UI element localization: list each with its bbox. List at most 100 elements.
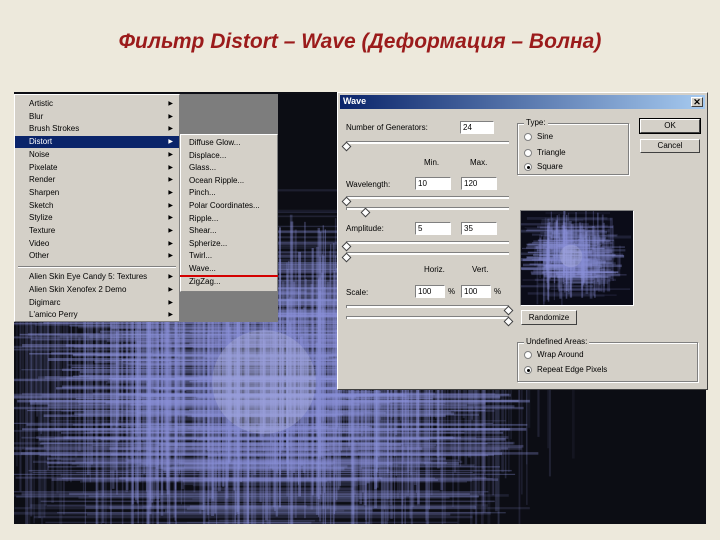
type-sine-radio[interactable] [524,133,532,141]
menu-item-texture-label: Texture [29,226,56,235]
submenu-arrow-icon: ▶ [168,299,173,306]
wavelength-label: Wavelength: [346,180,391,189]
type-sine-label[interactable]: Sine [537,132,553,141]
submenu-arrow-icon: ▶ [168,240,173,247]
submenu-item-glass[interactable]: Glass... [181,162,277,174]
menu-item-artistic[interactable]: Artistic ▶ [15,98,179,110]
horiz-header: Horiz. [424,265,445,274]
wavelength-max-slider[interactable] [346,207,509,210]
menu-item-plugin-2-label: Digimarc [29,297,61,307]
menu-item-sketch[interactable]: Sketch ▶ [15,200,179,212]
menu-item-video[interactable]: Video ▶ [15,238,179,250]
amplitude-max-field[interactable]: 35 [461,222,497,235]
amplitude-min-slider[interactable] [346,241,509,244]
submenu-arrow-icon: ▶ [168,274,173,281]
type-triangle-label[interactable]: Triangle [537,148,566,157]
repeat-edge-radio[interactable] [524,366,532,374]
type-group: Type: [517,118,629,175]
close-button[interactable]: ✕ [691,97,703,107]
submenu-item-ocean-ripple[interactable]: Ocean Ripple... [181,175,277,187]
undefined-areas-group: Undefined Areas: [517,337,698,382]
generators-label: Number of Generators: [346,123,428,132]
amplitude-max-slider[interactable] [346,252,509,255]
menu-item-render-label: Render [29,175,56,185]
menu-item-plugin-3[interactable]: L'amico Perry ▶ [15,309,179,321]
scale-vert-thumb[interactable] [503,316,514,327]
amplitude-label: Amplitude: [346,224,384,233]
wavelength-max-field[interactable]: 120 [461,177,497,190]
max-header: Max. [470,158,488,167]
type-group-title: Type: [524,118,548,127]
menu-item-blur-label: Blur [29,111,44,121]
scale-vert-slider[interactable] [346,316,509,319]
menu-item-sharpen[interactable]: Sharpen ▶ [15,187,179,199]
vert-header: Vert. [472,265,489,274]
menu-item-other-label: Other [29,251,50,261]
submenu-item-ripple[interactable]: Ripple... [181,213,277,225]
ok-button[interactable]: OK [639,118,701,134]
submenu-arrow-icon: ▶ [168,286,173,293]
filter-menu: Artistic ▶ Blur ▶ Brush Strokes ▶ Distort ▶ Nois… [14,94,180,322]
generators-slider[interactable] [346,141,509,144]
menu-item-texture[interactable]: Texture ▶ [15,225,179,237]
dialog-title: Wave [343,96,367,106]
preview-thumbnail [520,210,634,306]
amplitude-min-field[interactable]: 5 [415,222,451,235]
menu-item-noise[interactable]: Noise ▶ [15,149,179,161]
menu-item-other[interactable]: Other ▶ [15,250,179,262]
highlight-underline [180,275,278,277]
randomize-button[interactable]: Randomize [521,310,577,325]
submenu-arrow-icon: ▶ [168,228,173,234]
close-icon: ✕ [693,97,701,107]
wrap-around-label[interactable]: Wrap Around [537,350,584,359]
submenu-item-polar-coordinates[interactable]: Polar Coordinates... [181,200,277,212]
menu-item-distort[interactable]: Distort ▶ [15,136,179,149]
menu-item-video-label: Video [29,238,50,248]
submenu-arrow-icon: ▶ [168,151,173,158]
wavelength-min-slider[interactable] [346,196,509,199]
preview-image [521,211,632,305]
scale-horiz-field[interactable]: 100 [415,285,445,298]
menu-item-plugin-0[interactable]: Alien Skin Eye Candy 5: Textures ▶ [15,271,179,283]
menu-item-blur[interactable]: Blur ▶ [15,111,179,123]
menu-item-brush-strokes-label: Brush Strokes [29,124,80,134]
distort-submenu: Diffuse Glow... Displace... Glass... Ocean … [180,134,278,292]
dialog-titlebar[interactable]: Wave ✕ [340,95,705,109]
submenu-item-displace[interactable]: Displace... [181,150,277,162]
submenu-item-zigzag[interactable]: ZigZag... [181,276,277,288]
submenu-item-shear[interactable]: Shear... [181,225,277,237]
type-square-radio[interactable] [524,163,532,171]
menu-item-render[interactable]: Render ▶ [15,174,179,186]
menu-item-plugin-1-label: Alien Skin Xenofex 2 Demo [29,284,127,294]
scale-horiz-slider[interactable] [346,305,509,308]
menu-item-stylize-label: Stylize [29,213,53,223]
scale-horiz-thumb[interactable] [503,305,514,316]
scale-vert-field[interactable]: 100 [461,285,491,298]
type-triangle-radio[interactable] [524,149,532,157]
submenu-item-pinch[interactable]: Pinch... [181,187,277,199]
menu-item-plugin-3-label: L'amico Perry [29,310,78,320]
repeat-edge-label[interactable]: Repeat Edge Pixels [537,365,607,374]
wavelength-min-field[interactable]: 10 [415,177,451,190]
menu-item-plugin-2[interactable]: Digimarc ▶ [15,297,179,309]
submenu-item-spherize[interactable]: Spherize... [181,238,277,250]
submenu-item-wave[interactable]: Wave... [181,263,277,275]
submenu-arrow-icon: ▶ [168,101,173,107]
submenu-arrow-icon: ▶ [168,312,173,319]
submenu-item-twirl[interactable]: Twirl... [181,250,277,262]
cancel-button[interactable]: Cancel [640,139,700,153]
menu-item-plugin-1[interactable]: Alien Skin Xenofex 2 Demo ▶ [15,284,179,296]
wrap-around-radio[interactable] [524,351,532,359]
submenu-arrow-icon: ▶ [168,126,173,133]
menu-item-pixelate[interactable]: Pixelate ▶ [15,162,179,174]
submenu-item-diffuse-glow[interactable]: Diffuse Glow... [181,137,277,149]
generators-field[interactable]: 24 [460,121,494,134]
menu-item-artistic-label: Artistic [29,99,53,108]
type-square-label[interactable]: Square [537,162,563,171]
slide-title: Фильтр Distort – Wave (Деформация – Волн… [118,30,602,53]
menu-item-stylize[interactable]: Stylize ▶ [15,212,179,224]
menu-item-brush-strokes[interactable]: Brush Strokes ▶ [15,123,179,135]
menu-background-panel [180,94,278,134]
submenu-arrow-icon: ▶ [168,215,173,222]
menu-background-panel-lower [180,292,278,322]
